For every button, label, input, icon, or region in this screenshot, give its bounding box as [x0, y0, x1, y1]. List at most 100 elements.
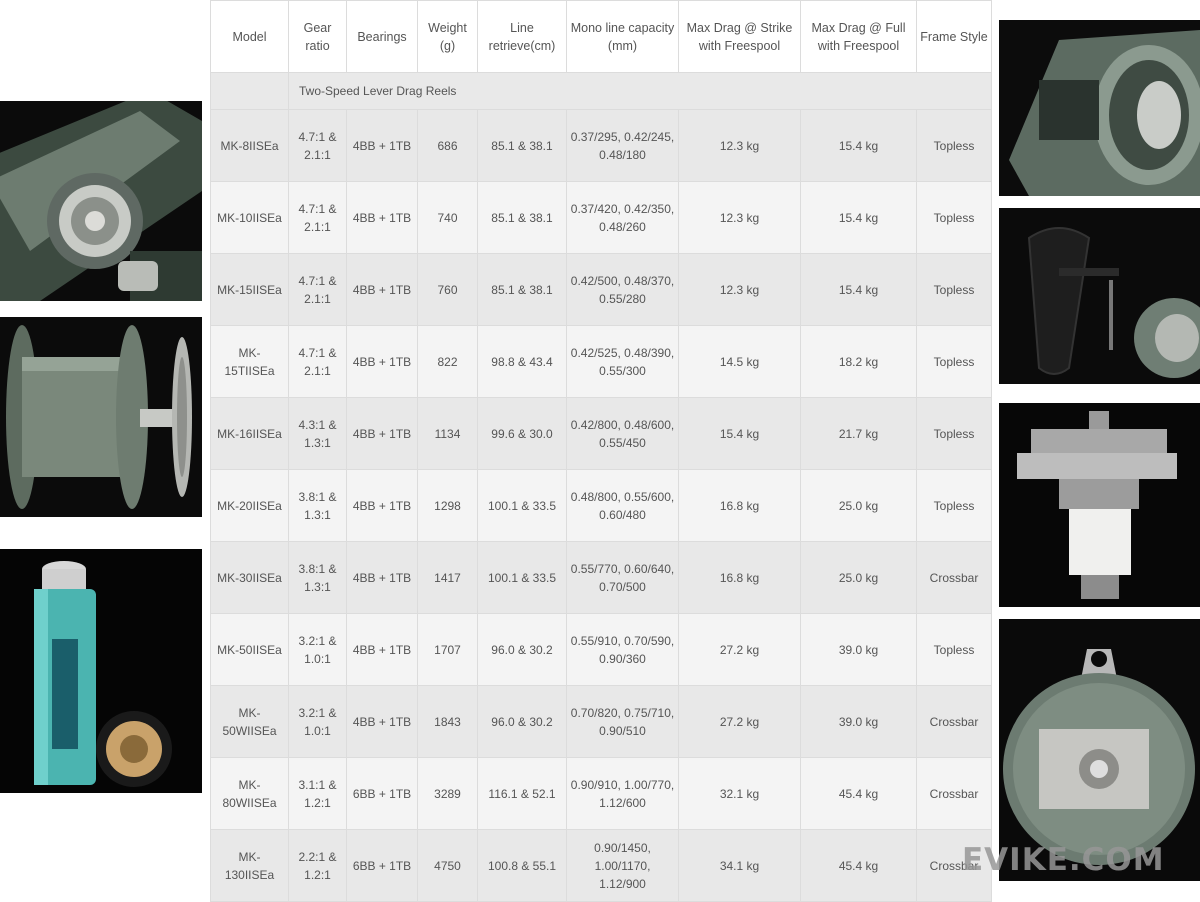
cell-weight: 1134 [417, 397, 478, 470]
table-row: MK-10IISEa 4.7:1 & 2.1:1 4BB + 1TB 740 85.1 … [210, 181, 992, 254]
cell-line-retrieve: 85.1 & 38.1 [477, 109, 567, 182]
table-row: MK-20IISEa 3.8:1 & 1.3:1 4BB + 1TB 1298 100.… [210, 469, 992, 542]
reel-side-plate-photo [999, 20, 1200, 196]
cell-model: MK-30IISEa [210, 541, 289, 614]
cell-bearings: 4BB + 1TB [346, 325, 418, 398]
cell-max-drag-strike: 16.8 kg [678, 541, 801, 614]
table-row: MK-130IISEa 2.2:1 & 1.2:1 6BB + 1TB 4750 100… [210, 829, 992, 902]
cell-gear-ratio: 4.7:1 & 2.1:1 [288, 325, 347, 398]
cell-weight: 822 [417, 325, 478, 398]
spool-icon [0, 317, 202, 517]
cell-frame-style: Crossbar [916, 541, 992, 614]
cell-max-drag-strike: 12.3 kg [678, 253, 801, 326]
cell-weight: 1707 [417, 613, 478, 686]
cell-line-retrieve: 100.1 & 33.5 [477, 541, 567, 614]
gear-shaft-icon [999, 403, 1200, 607]
cell-line-retrieve: 96.0 & 30.2 [477, 685, 567, 758]
cell-frame-style: Crossbar [916, 757, 992, 830]
reel-gear-closeup-icon [0, 101, 202, 301]
header-frame-style: Frame Style [916, 0, 992, 73]
reel-gear-closeup-photo [0, 101, 202, 301]
cell-line-retrieve: 85.1 & 38.1 [477, 253, 567, 326]
cell-mono-line-capacity: 0.37/420, 0.42/350, 0.48/260 [566, 181, 679, 254]
cell-max-drag-full: 18.2 kg [800, 325, 917, 398]
cell-weight: 1843 [417, 685, 478, 758]
reel-handle-icon [999, 208, 1200, 384]
cell-max-drag-strike: 34.1 kg [678, 829, 801, 902]
cell-line-retrieve: 85.1 & 38.1 [477, 181, 567, 254]
cell-weight: 686 [417, 109, 478, 182]
cell-mono-line-capacity: 0.48/800, 0.55/600, 0.60/480 [566, 469, 679, 542]
cell-line-retrieve: 116.1 & 52.1 [477, 757, 567, 830]
cell-frame-style: Topless [916, 613, 992, 686]
reel-handle-photo [999, 208, 1200, 384]
cell-line-retrieve: 100.8 & 55.1 [477, 829, 567, 902]
cell-bearings: 6BB + 1TB [346, 757, 418, 830]
table-row: MK-8IISEa 4.7:1 & 2.1:1 4BB + 1TB 686 85.1 &… [210, 109, 992, 182]
cell-max-drag-strike: 14.5 kg [678, 325, 801, 398]
cell-max-drag-strike: 12.3 kg [678, 109, 801, 182]
table-row: MK-15TIISEa 4.7:1 & 2.1:1 4BB + 1TB 822 98.8… [210, 325, 992, 398]
section-label: Two-Speed Lever Drag Reels [288, 72, 992, 110]
cell-gear-ratio: 3.2:1 & 1.0:1 [288, 685, 347, 758]
reel-spec-table: Model Gear ratio Bearings Weight (g) Lin… [210, 0, 992, 902]
cell-line-retrieve: 99.6 & 30.0 [477, 397, 567, 470]
header-bearings: Bearings [346, 0, 418, 73]
cell-mono-line-capacity: 0.55/770, 0.60/640, 0.70/500 [566, 541, 679, 614]
spool-photo [0, 317, 202, 517]
cell-model: MK-8IISEa [210, 109, 289, 182]
cell-model: MK-130IISEa [210, 829, 289, 902]
table-row: MK-16IISEa 4.3:1 & 1.3:1 4BB + 1TB 1134 99.6… [210, 397, 992, 470]
cell-weight: 1417 [417, 541, 478, 614]
cell-gear-ratio: 2.2:1 & 1.2:1 [288, 829, 347, 902]
cell-bearings: 6BB + 1TB [346, 829, 418, 902]
cell-gear-ratio: 4.7:1 & 2.1:1 [288, 181, 347, 254]
cell-max-drag-full: 45.4 kg [800, 829, 917, 902]
cell-model: MK-50IISEa [210, 613, 289, 686]
cell-weight: 740 [417, 181, 478, 254]
cell-frame-style: Topless [916, 253, 992, 326]
cell-gear-ratio: 4.7:1 & 2.1:1 [288, 109, 347, 182]
cell-max-drag-full: 39.0 kg [800, 613, 917, 686]
cell-bearings: 4BB + 1TB [346, 613, 418, 686]
cell-max-drag-full: 39.0 kg [800, 685, 917, 758]
header-max-drag-full: Max Drag @ Full with Freespool [800, 0, 917, 73]
cell-max-drag-strike: 27.2 kg [678, 685, 801, 758]
cell-weight: 4750 [417, 829, 478, 902]
reel-side-plate-icon [999, 20, 1200, 196]
cell-mono-line-capacity: 0.42/800, 0.48/600, 0.55/450 [566, 397, 679, 470]
cell-frame-style: Topless [916, 469, 992, 542]
cell-max-drag-full: 15.4 kg [800, 253, 917, 326]
cell-max-drag-strike: 12.3 kg [678, 181, 801, 254]
cell-frame-style: Crossbar [916, 685, 992, 758]
cell-line-retrieve: 98.8 & 43.4 [477, 325, 567, 398]
header-line-retrieve: Line retrieve(cm) [477, 0, 567, 73]
header-mono-line-capacity: Mono line capacity (mm) [566, 0, 679, 73]
cell-gear-ratio: 3.8:1 & 1.3:1 [288, 541, 347, 614]
cell-max-drag-full: 25.0 kg [800, 541, 917, 614]
cell-mono-line-capacity: 0.90/910, 1.00/770, 1.12/600 [566, 757, 679, 830]
cell-gear-ratio: 3.8:1 & 1.3:1 [288, 469, 347, 542]
cell-max-drag-strike: 32.1 kg [678, 757, 801, 830]
table-row: MK-80WIISEa 3.1:1 & 1.2:1 6BB + 1TB 3289 116… [210, 757, 992, 830]
cell-max-drag-strike: 15.4 kg [678, 397, 801, 470]
header-model: Model [210, 0, 289, 73]
cell-mono-line-capacity: 0.55/910, 0.70/590, 0.90/360 [566, 613, 679, 686]
cell-bearings: 4BB + 1TB [346, 541, 418, 614]
section-row: Two-Speed Lever Drag Reels [210, 72, 992, 110]
cell-model: MK-50WIISEa [210, 685, 289, 758]
header-gear-ratio: Gear ratio [288, 0, 347, 73]
header-weight: Weight (g) [417, 0, 478, 73]
header-max-drag-strike: Max Drag @ Strike with Freespool [678, 0, 801, 73]
cell-frame-style: Topless [916, 181, 992, 254]
cell-weight: 760 [417, 253, 478, 326]
cell-gear-ratio: 3.2:1 & 1.0:1 [288, 613, 347, 686]
gear-shaft-photo [999, 403, 1200, 607]
table-row: MK-15IISEa 4.7:1 & 2.1:1 4BB + 1TB 760 85.1 … [210, 253, 992, 326]
corrosion-spray-can-icon [0, 549, 202, 793]
cell-model: MK-10IISEa [210, 181, 289, 254]
cell-mono-line-capacity: 0.37/295, 0.42/245, 0.48/180 [566, 109, 679, 182]
cell-mono-line-capacity: 0.42/500, 0.48/370, 0.55/280 [566, 253, 679, 326]
cell-line-retrieve: 100.1 & 33.5 [477, 469, 567, 542]
cell-max-drag-full: 15.4 kg [800, 109, 917, 182]
